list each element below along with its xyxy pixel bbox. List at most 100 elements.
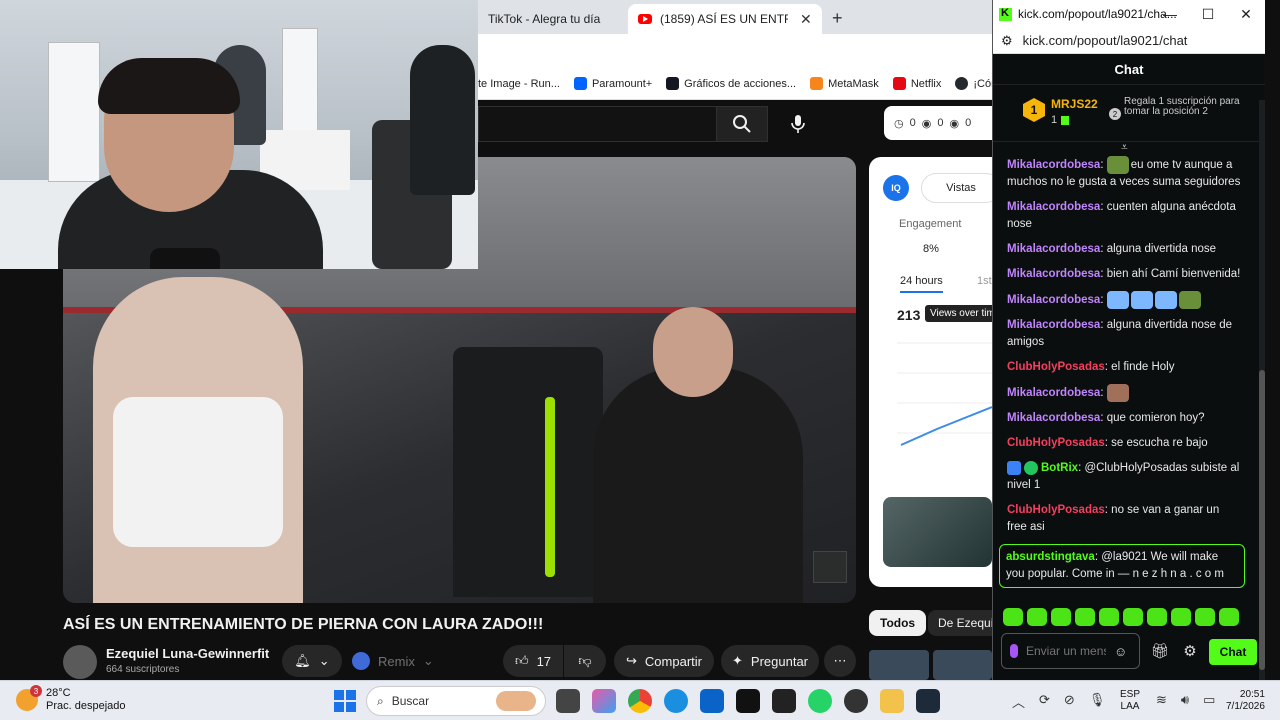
- chat-username[interactable]: absurdstingtava: [1006, 551, 1095, 563]
- chat-message[interactable]: Mikalacordobesa: alguna divertida nose: [1007, 241, 1241, 258]
- no-entry-icon[interactable]: ⊘: [1064, 692, 1075, 711]
- app-icon[interactable]: [916, 689, 940, 713]
- ask-button[interactable]: ✦ Preguntar: [721, 645, 819, 677]
- gear-icon[interactable]: ⚙︎: [1179, 640, 1201, 662]
- bookmark-item[interactable]: Netflix: [892, 77, 941, 90]
- range-tab-24h[interactable]: 24 hours: [900, 275, 943, 293]
- capcut-icon[interactable]: [772, 689, 796, 713]
- taskbar-search[interactable]: ⌕ Buscar: [366, 686, 546, 716]
- chat-message[interactable]: Mikalacordobesa: eu ome tv aunque a much…: [1007, 156, 1241, 191]
- chat-username[interactable]: Mikalacordobesa: [1007, 319, 1100, 331]
- chat-username[interactable]: Mikalacordobesa: [1007, 159, 1100, 171]
- channel-avatar[interactable]: [63, 645, 97, 679]
- notifications-button[interactable]: 🔔︎ ⌄: [282, 645, 342, 677]
- share-button[interactable]: ↪ Compartir: [614, 645, 714, 677]
- edge-icon[interactable]: [664, 689, 688, 713]
- chat-username[interactable]: BotRix: [1041, 462, 1078, 474]
- close-icon[interactable]: ✕: [1227, 0, 1265, 28]
- chat-username[interactable]: ClubHolyPosadas: [1007, 504, 1105, 516]
- sync-icon[interactable]: ⟳: [1039, 692, 1050, 711]
- bookmark-item[interactable]: ¡Cómo Trans: [955, 77, 992, 90]
- chat-scrollbar[interactable]: [1259, 100, 1265, 680]
- collapse-icon[interactable]: ⩡: [1121, 140, 1128, 155]
- chat-message[interactable]: Mikalacordobesa: que comieron hoy?: [1007, 410, 1241, 427]
- emote-icon[interactable]: [1219, 608, 1239, 626]
- chat-username[interactable]: Mikalacordobesa: [1007, 387, 1100, 399]
- bookmark-item[interactable]: te Image - Run...: [478, 78, 560, 90]
- voice-search-button[interactable]: [780, 106, 816, 142]
- emote-icon[interactable]: [1027, 608, 1047, 626]
- related-video-thumbnail[interactable]: [932, 650, 992, 680]
- tiktok-icon[interactable]: [736, 689, 760, 713]
- chat-message[interactable]: BotRix: @ClubHolyPosadas subiste al nive…: [1007, 460, 1241, 494]
- chrome-icon[interactable]: [628, 689, 652, 713]
- emote-icon[interactable]: [1003, 608, 1023, 626]
- site-settings-icon[interactable]: ⚙︎: [1001, 33, 1013, 49]
- chat-input-box[interactable]: ☺: [1001, 633, 1140, 669]
- window-titlebar[interactable]: kick.com/popout/la9021/cha... — ☐ ✕: [993, 0, 1265, 28]
- chevron-up-icon[interactable]: ︿: [1012, 692, 1025, 711]
- minimize-icon[interactable]: —: [1151, 0, 1189, 28]
- store-icon[interactable]: [700, 689, 724, 713]
- related-video-thumbnail[interactable]: [883, 497, 992, 567]
- emoji-icon[interactable]: ☺: [1114, 644, 1127, 659]
- whatsapp-icon[interactable]: [808, 689, 832, 713]
- emote-icon[interactable]: [1147, 608, 1167, 626]
- highlighted-chat-message[interactable]: absurdstingtava: @la9021 We will make yo…: [999, 544, 1245, 589]
- send-chat-button[interactable]: Chat: [1209, 639, 1257, 665]
- chat-message[interactable]: ClubHolyPosadas: se escucha re bajo: [1007, 435, 1241, 452]
- bookmark-item[interactable]: Gráficos de acciones...: [666, 77, 796, 90]
- microphone-icon[interactable]: 🎙︎: [1089, 692, 1106, 711]
- chat-input[interactable]: [1026, 644, 1106, 658]
- chat-message[interactable]: Mikalacordobesa: cuenten alguna anécdota…: [1007, 199, 1241, 233]
- bookmark-item[interactable]: MetaMask: [810, 77, 879, 90]
- chat-username[interactable]: ClubHolyPosadas: [1007, 437, 1105, 449]
- emote-icon[interactable]: [1099, 608, 1119, 626]
- chat-message[interactable]: Mikalacordobesa:: [1007, 291, 1241, 310]
- start-button[interactable]: [334, 690, 356, 712]
- more-actions-button[interactable]: ⋯: [824, 645, 856, 677]
- file-explorer-icon[interactable]: [880, 689, 904, 713]
- like-button[interactable]: 👍︎ 17: [503, 645, 563, 677]
- chat-username[interactable]: Mikalacordobesa: [1007, 243, 1100, 255]
- copilot-icon[interactable]: [592, 689, 616, 713]
- language-indicator[interactable]: ESP LAA: [1120, 689, 1140, 713]
- channel-name[interactable]: Ezequiel Luna-Gewinnerfit: [106, 646, 269, 661]
- microphone-icon[interactable]: [1010, 644, 1018, 658]
- bookmark-item[interactable]: Paramount+: [573, 77, 652, 90]
- quick-settings[interactable]: ≋ 🔊︎ ▭: [1156, 692, 1215, 708]
- maximize-icon[interactable]: ☐: [1189, 0, 1227, 28]
- gift-icon[interactable]: 🎁︎: [1149, 640, 1171, 662]
- chat-username[interactable]: Mikalacordobesa: [1007, 412, 1100, 424]
- emote-icon[interactable]: [1171, 608, 1191, 626]
- close-icon[interactable]: ✕: [800, 11, 812, 28]
- remix-button[interactable]: Remix ⌄: [352, 645, 436, 677]
- top-gifter-name[interactable]: MRJS22: [1051, 97, 1098, 111]
- extension-stats[interactable]: ◷ 0 ◉ 0 ◉ 0: [884, 106, 992, 140]
- search-button[interactable]: [716, 106, 768, 142]
- emote-icon[interactable]: [1075, 608, 1095, 626]
- chip-channel[interactable]: De Ezequiel: [928, 610, 992, 636]
- chip-todos[interactable]: Todos: [869, 610, 927, 636]
- scrollbar-thumb[interactable]: [1259, 370, 1265, 670]
- emote-icon[interactable]: [1195, 608, 1215, 626]
- dislike-button[interactable]: 👎︎: [564, 645, 606, 677]
- chat-username[interactable]: Mikalacordobesa: [1007, 294, 1100, 306]
- clock[interactable]: 20:51 7/1/2026: [1226, 689, 1265, 713]
- related-video-thumbnail[interactable]: [869, 650, 929, 680]
- weather-widget[interactable]: 3 28°C Prac. despejado: [16, 685, 126, 713]
- chat-username[interactable]: ClubHolyPosadas: [1007, 361, 1105, 373]
- tab-youtube[interactable]: (1859) ASÍ ES UN ENTRENAMIE ✕: [628, 4, 822, 34]
- app-icon[interactable]: [844, 689, 868, 713]
- chat-username[interactable]: Mikalacordobesa: [1007, 201, 1100, 213]
- tab-vistas[interactable]: Vistas: [921, 173, 992, 203]
- chat-message[interactable]: Mikalacordobesa: bien ahí Camí bienvenid…: [1007, 266, 1241, 283]
- range-tab-1st[interactable]: 1st: [977, 275, 992, 287]
- emote-icon[interactable]: [1123, 608, 1143, 626]
- chat-message[interactable]: Mikalacordobesa: alguna divertida nose d…: [1007, 317, 1241, 351]
- new-tab-icon[interactable]: +: [832, 8, 843, 29]
- chat-message[interactable]: Mikalacordobesa:: [1007, 384, 1241, 403]
- gift-prompt[interactable]: Regala 1 suscripción para tomar la posic…: [1124, 97, 1259, 117]
- chat-username[interactable]: Mikalacordobesa: [1007, 268, 1100, 280]
- emote-icon[interactable]: [1051, 608, 1071, 626]
